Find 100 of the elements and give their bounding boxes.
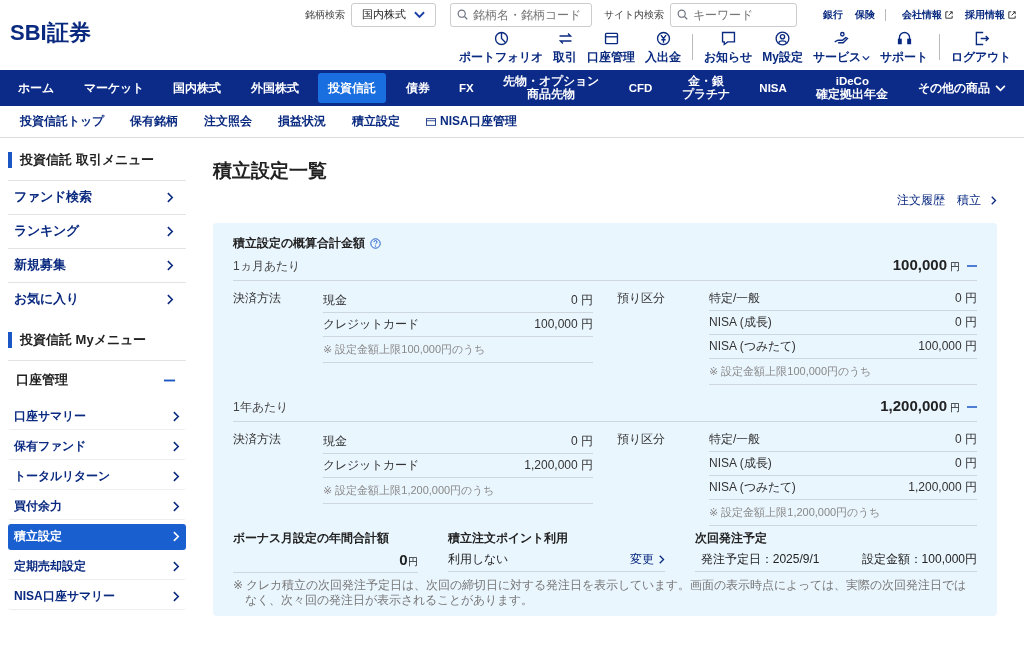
- sidebar-item[interactable]: 積立設定: [8, 524, 186, 550]
- nav-tab[interactable]: 先物・オプション 商品先物: [493, 73, 610, 103]
- yen-icon: [654, 30, 672, 47]
- row-label: 特定/一般: [709, 431, 761, 448]
- row-amount: 0 円: [955, 290, 977, 307]
- chevron-right-icon: [658, 555, 665, 564]
- sidebar-item[interactable]: お気に入り: [8, 282, 186, 316]
- row-label: 現金: [323, 433, 347, 450]
- search-label: 銘柄検索: [305, 7, 345, 22]
- change-link[interactable]: 変更: [629, 551, 665, 568]
- nav-tab[interactable]: 債券: [395, 73, 440, 103]
- next-order-date: 発注予定日：2025/9/1: [700, 551, 820, 568]
- toolbar-button[interactable]: 口座管理: [582, 30, 641, 66]
- header-link[interactable]: 銀行: [823, 7, 843, 22]
- subnav-link[interactable]: 損益状況: [278, 113, 326, 130]
- section-label: 決済方法: [233, 431, 282, 448]
- user-icon: [774, 30, 792, 47]
- row-label: 現金: [323, 292, 347, 309]
- toolbar-button[interactable]: 取引: [548, 30, 583, 66]
- search-field[interactable]: 銘柄名・銘柄コード: [450, 2, 592, 27]
- row-amount: 1,200,000 円: [524, 457, 593, 474]
- chevron-right-icon: [173, 441, 180, 452]
- nav-tab[interactable]: マーケット: [73, 73, 154, 103]
- bonus-title: ボーナス月設定の年間合計額: [233, 530, 390, 547]
- section-label: 決済方法: [233, 290, 282, 307]
- nav-tab[interactable]: その他の商品: [907, 73, 1016, 103]
- sidebar-group[interactable]: 口座管理: [8, 360, 186, 400]
- sidebar-item[interactable]: ランキング: [8, 214, 186, 248]
- pie-icon: [492, 30, 510, 47]
- page-link[interactable]: 積立: [957, 192, 997, 209]
- limit-note: ※ 設定金額上限100,000円のうち: [323, 337, 593, 363]
- page-link[interactable]: 注文履歴: [897, 192, 945, 209]
- sidebar-item[interactable]: 買付余力: [8, 494, 186, 520]
- sidebar-heading: 投資信託 Myメニュー: [8, 332, 186, 348]
- row-label: クレジットカード: [323, 316, 419, 333]
- help-icon[interactable]: [370, 238, 381, 249]
- search-field[interactable]: キーワード: [670, 2, 797, 27]
- toolbar-button[interactable]: My設定: [757, 30, 808, 66]
- next-order-title: 次回発注予定: [694, 530, 768, 547]
- sidebar-item[interactable]: 口座サマリー: [8, 404, 186, 430]
- next-order-amount: 設定金額：100,000円: [861, 551, 977, 568]
- header-link[interactable]: 保険: [855, 7, 875, 22]
- nav-tab[interactable]: NISA: [749, 73, 797, 103]
- footnote: ※ クレカ積立の次回発注予定日は、次回の締切日に対する発注日を表示しています。画面の表示時点によっては、実際の次回発注日ではなく、次々回の発注日が表示されることがあります。: [233, 578, 968, 608]
- chevron-right-icon: [167, 260, 174, 271]
- sidebar-item[interactable]: 新規募集: [8, 248, 186, 282]
- subnav-link[interactable]: 投資信託トップ: [20, 113, 104, 130]
- logo[interactable]: SBI証券: [10, 18, 91, 48]
- nav-tab[interactable]: FX: [449, 73, 484, 103]
- summary-title: 積立設定の概算合計金額: [233, 235, 365, 252]
- nav-tab[interactable]: 外国株式: [240, 73, 309, 103]
- sidebar-item[interactable]: トータルリターン: [8, 464, 186, 490]
- header-link[interactable]: 会社情報: [902, 7, 942, 22]
- row-amount: 0 円: [955, 455, 977, 472]
- sidebar-item[interactable]: NISA口座サマリー: [8, 584, 186, 610]
- subnav-link[interactable]: 積立設定: [352, 113, 400, 130]
- row-label: NISA (成長): [709, 455, 772, 472]
- toolbar-button[interactable]: ログアウト: [946, 30, 1016, 66]
- nav-tab[interactable]: 国内株式: [163, 73, 231, 103]
- sidebar-item[interactable]: 保有ファンド: [8, 434, 186, 460]
- nav-tab[interactable]: 投資信託: [318, 73, 386, 103]
- limit-note: ※ 設定金額上限1,200,000円のうち: [323, 478, 593, 504]
- card-icon: [602, 30, 620, 47]
- nav-tab[interactable]: ホーム: [8, 73, 64, 103]
- row-label: 特定/一般: [709, 290, 761, 307]
- subnav-link[interactable]: 保有銘柄: [130, 113, 178, 130]
- period-total: 100,000: [892, 256, 947, 273]
- row-amount: 0 円: [955, 431, 977, 448]
- nav-tab[interactable]: 金・銀 プラチナ: [671, 73, 740, 103]
- period-label: 1年あたり: [233, 399, 289, 416]
- sidebar-item[interactable]: ファンド検索: [8, 180, 186, 214]
- bonus-amount: 0: [399, 551, 408, 568]
- chevron-right-icon: [173, 471, 180, 482]
- sidebar-item[interactable]: 定期売却設定: [8, 554, 186, 580]
- chat-icon: [719, 30, 737, 47]
- toolbar-button[interactable]: サービス: [808, 30, 875, 66]
- chevron-down-icon: [414, 10, 425, 19]
- limit-note: ※ 設定金額上限1,200,000円のうち: [709, 500, 977, 526]
- row-label: NISA (つみたて): [709, 338, 796, 355]
- search-label: サイト内検索: [604, 7, 664, 22]
- row-label: NISA (成長): [709, 314, 772, 331]
- limit-note: ※ 設定金額上限100,000円のうち: [709, 359, 977, 385]
- subnav-link[interactable]: NISA口座管理: [426, 113, 517, 130]
- arrows-icon: [556, 30, 574, 47]
- toolbar-button[interactable]: サポート: [875, 30, 933, 66]
- chevron-right-icon: [173, 531, 180, 542]
- period-total: 1,200,000: [880, 397, 947, 414]
- sidebar-heading: 投資信託 取引メニュー: [8, 152, 186, 168]
- market-select[interactable]: 国内株式: [351, 2, 436, 27]
- nav-tab[interactable]: CFD: [618, 73, 663, 103]
- row-amount: 0 円: [571, 292, 593, 309]
- header-link[interactable]: 採用情報: [965, 7, 1005, 22]
- row-label: クレジットカード: [323, 457, 419, 474]
- toolbar-button[interactable]: ポートフォリオ: [454, 30, 549, 66]
- headset-icon: [895, 30, 913, 47]
- nav-tab[interactable]: iDeCo 確定拠出年金: [806, 73, 899, 103]
- toolbar-button[interactable]: 入出金: [640, 30, 687, 66]
- toolbar-button[interactable]: お知らせ: [699, 30, 758, 66]
- row-amount: 100,000 円: [534, 316, 593, 333]
- subnav-link[interactable]: 注文照会: [204, 113, 252, 130]
